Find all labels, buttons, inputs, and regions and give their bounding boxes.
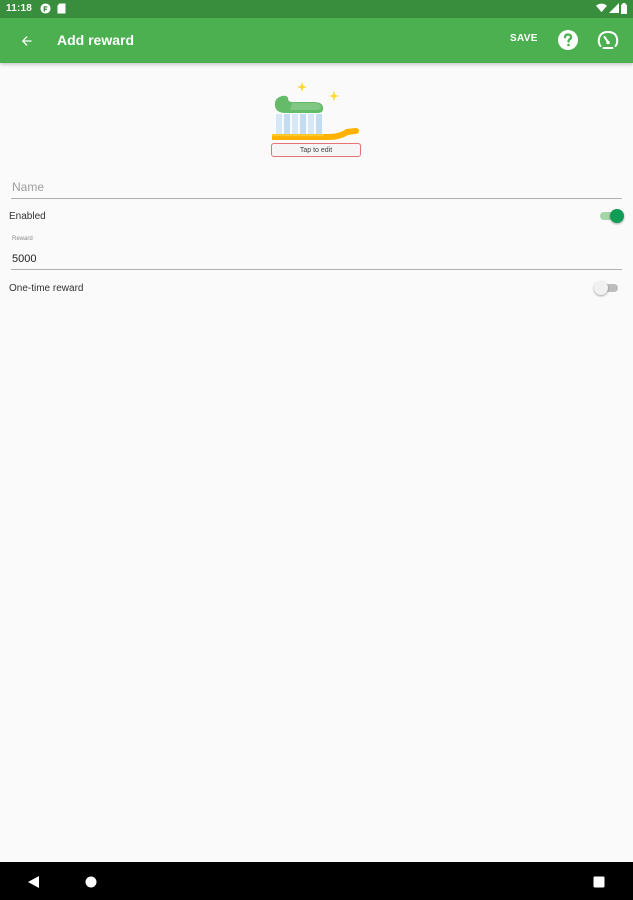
tap-to-edit-button[interactable]: Tap to edit — [271, 143, 361, 157]
help-button[interactable] — [557, 29, 579, 51]
switch-thumb — [610, 209, 624, 223]
back-button[interactable] — [14, 28, 40, 54]
help-circle-icon — [558, 30, 578, 50]
battery-icon — [621, 3, 627, 17]
status-bar: 11:18 — [0, 0, 633, 18]
page-title: Add reward — [57, 32, 135, 48]
wifi-icon — [596, 3, 607, 16]
name-field-container — [11, 177, 623, 199]
name-field[interactable] — [11, 177, 623, 197]
app-bar: Add reward SAVE — [0, 18, 633, 63]
switch-thumb — [594, 281, 608, 295]
nav-back-icon — [28, 876, 39, 888]
cell-signal-icon — [609, 3, 619, 16]
one-time-reward-label: One-time reward — [9, 283, 84, 294]
sd-card-icon — [57, 3, 66, 17]
arrow-back-icon — [21, 36, 32, 46]
nav-back-button[interactable] — [28, 875, 39, 893]
toothbrush-icon — [272, 82, 359, 140]
enabled-switch[interactable] — [598, 208, 624, 224]
screen: 11:18 Add reward SAVE Tap to edit Name E… — [0, 0, 633, 900]
reward-field-container: Reward — [11, 233, 623, 270]
enabled-label: Enabled — [9, 211, 46, 222]
reward-label: Reward — [12, 236, 33, 242]
save-button[interactable]: SAVE — [510, 33, 538, 44]
reward-input[interactable] — [11, 251, 623, 267]
reward-image[interactable] — [266, 80, 366, 144]
navigation-bar — [0, 862, 633, 900]
notification-app-icon — [40, 3, 51, 17]
gauge-icon — [597, 30, 619, 49]
stats-button[interactable] — [597, 29, 619, 51]
nav-recents-button[interactable] — [593, 875, 605, 893]
nav-recents-icon — [593, 876, 605, 888]
status-time: 11:18 — [6, 3, 33, 14]
one-time-reward-switch[interactable] — [594, 280, 620, 296]
nav-home-icon — [85, 876, 97, 888]
nav-home-button[interactable] — [85, 875, 97, 893]
